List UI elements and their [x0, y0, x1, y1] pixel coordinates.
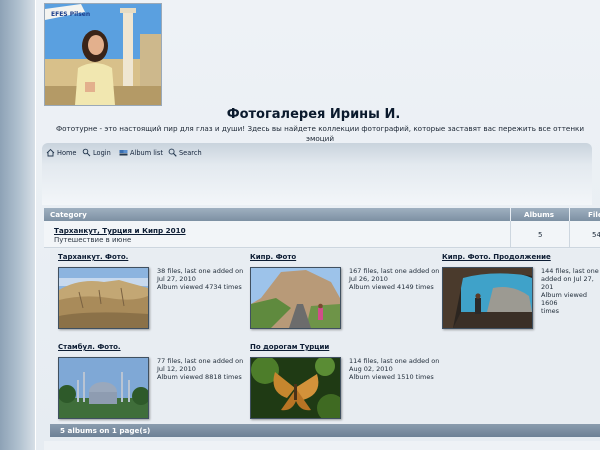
album-views: Album viewed 1606 — [541, 291, 587, 307]
album-last-date: Jul 27, 2010 — [157, 275, 196, 283]
nav-home-label: Home — [57, 148, 77, 157]
header-separator — [569, 208, 570, 221]
album-thumbnail[interactable] — [58, 267, 149, 329]
page-container: EFES Pilsen Фотогалерея Ирины И. Фототур… — [35, 0, 600, 450]
album-files-info: 167 files, last one added on — [349, 267, 440, 275]
nav-album-list[interactable]: Album list — [119, 148, 163, 157]
column-separator — [569, 221, 570, 247]
album-last-date: Jul 26, 2010 — [349, 275, 388, 283]
album-files-info: 114 files, last one added on — [349, 357, 440, 365]
category-albums-count: 5 — [538, 231, 543, 239]
site-logo-photo[interactable]: EFES Pilsen — [44, 3, 162, 106]
nav-login-label: Login — [93, 148, 111, 157]
category-link[interactable]: Тарханкут, Турция и Кипр 2010 — [54, 226, 186, 235]
album-title-link[interactable]: Тарханкут. Фото. — [58, 253, 128, 261]
nav-search-label: Search — [179, 148, 202, 157]
nav-bar: Home Login Album list Search — [42, 143, 592, 205]
nav-login[interactable]: Login — [82, 148, 111, 157]
header-category: Category — [50, 210, 87, 219]
nav-search[interactable]: Search — [168, 148, 202, 157]
logo-sign-text: EFES Pilsen — [51, 11, 90, 18]
category-row: Тарханкут, Турция и Кипр 2010 Путешестви… — [44, 221, 600, 248]
nav-album-list-label: Album list — [130, 148, 163, 157]
album-last-date: Aug 02, 2010 — [349, 365, 393, 373]
album-title-link[interactable]: По дорогам Турции — [250, 343, 329, 351]
album-thumbnail[interactable] — [250, 267, 341, 329]
album-meta: 114 files, last one added on Aug 02, 201… — [349, 357, 454, 381]
album-views: Album viewed 4149 times — [349, 283, 434, 291]
login-icon — [82, 148, 91, 157]
album-views: Album viewed 4734 times — [157, 283, 242, 291]
album-title-link[interactable]: Кипр. Фото. Продолжение — [442, 253, 551, 261]
search-icon — [168, 148, 177, 157]
album-files-info: 77 files, last one added on — [157, 357, 244, 365]
album-views: Album viewed 1510 times — [349, 373, 434, 381]
album-last-date: added on Jul 27, 201 — [541, 275, 594, 291]
album-meta: 144 files, last one added on Jul 27, 201… — [541, 267, 600, 315]
header-separator — [510, 208, 511, 221]
category-table-header: Category Albums File — [44, 208, 600, 221]
album-card: Стамбул. Фото. 77 files, last one added … — [58, 343, 248, 423]
albums-footer-bar: 5 albums on 1 page(s) — [50, 424, 600, 437]
album-views: Album viewed 8818 times — [157, 373, 242, 381]
album-title-link[interactable]: Стамбул. Фото. — [58, 343, 121, 351]
album-card: По дорогам Турции 114 files, last one ad… — [250, 343, 440, 423]
album-thumbnail[interactable] — [250, 357, 341, 419]
album-card: Тарханкут. Фото. 38 files, last one adde… — [58, 253, 248, 333]
album-list-icon — [119, 148, 128, 157]
site-description: Фототурне - это настоящий пир для глаз и… — [55, 124, 585, 143]
album-files-info: 144 files, last one — [541, 267, 599, 275]
header-files: File — [588, 210, 600, 219]
album-title-link[interactable]: Кипр. Фото — [250, 253, 296, 261]
site-title: Фотогалерея Ирины И. — [226, 107, 401, 122]
albums-grid: Тарханкут. Фото. 38 files, last one adde… — [50, 249, 600, 424]
album-thumbnail[interactable] — [58, 357, 149, 419]
album-card: Кипр. Фото. Продолжение 144 files, last … — [442, 253, 600, 333]
album-views-suffix: times — [541, 307, 560, 315]
header-albums: Albums — [524, 210, 555, 219]
albums-page-count: 5 albums on 1 page(s) — [60, 426, 151, 435]
album-files-info: 38 files, last one added on — [157, 267, 244, 275]
album-thumbnail[interactable] — [442, 267, 533, 329]
album-meta: 167 files, last one added on Jul 26, 201… — [349, 267, 454, 291]
column-separator — [510, 221, 511, 247]
nav-home[interactable]: Home — [46, 148, 76, 157]
category-files-count: 54 — [592, 231, 600, 239]
album-meta: 77 files, last one added on Jul 12, 2010… — [157, 357, 262, 381]
category-description: Путешествие в июне — [54, 236, 132, 244]
album-card: Кипр. Фото 167 files, last one added on … — [250, 253, 440, 333]
home-icon — [46, 148, 55, 157]
album-last-date: Jul 12, 2010 — [157, 365, 196, 373]
album-meta: 38 files, last one added on Jul 27, 2010… — [157, 267, 262, 291]
next-category-row — [44, 441, 600, 450]
